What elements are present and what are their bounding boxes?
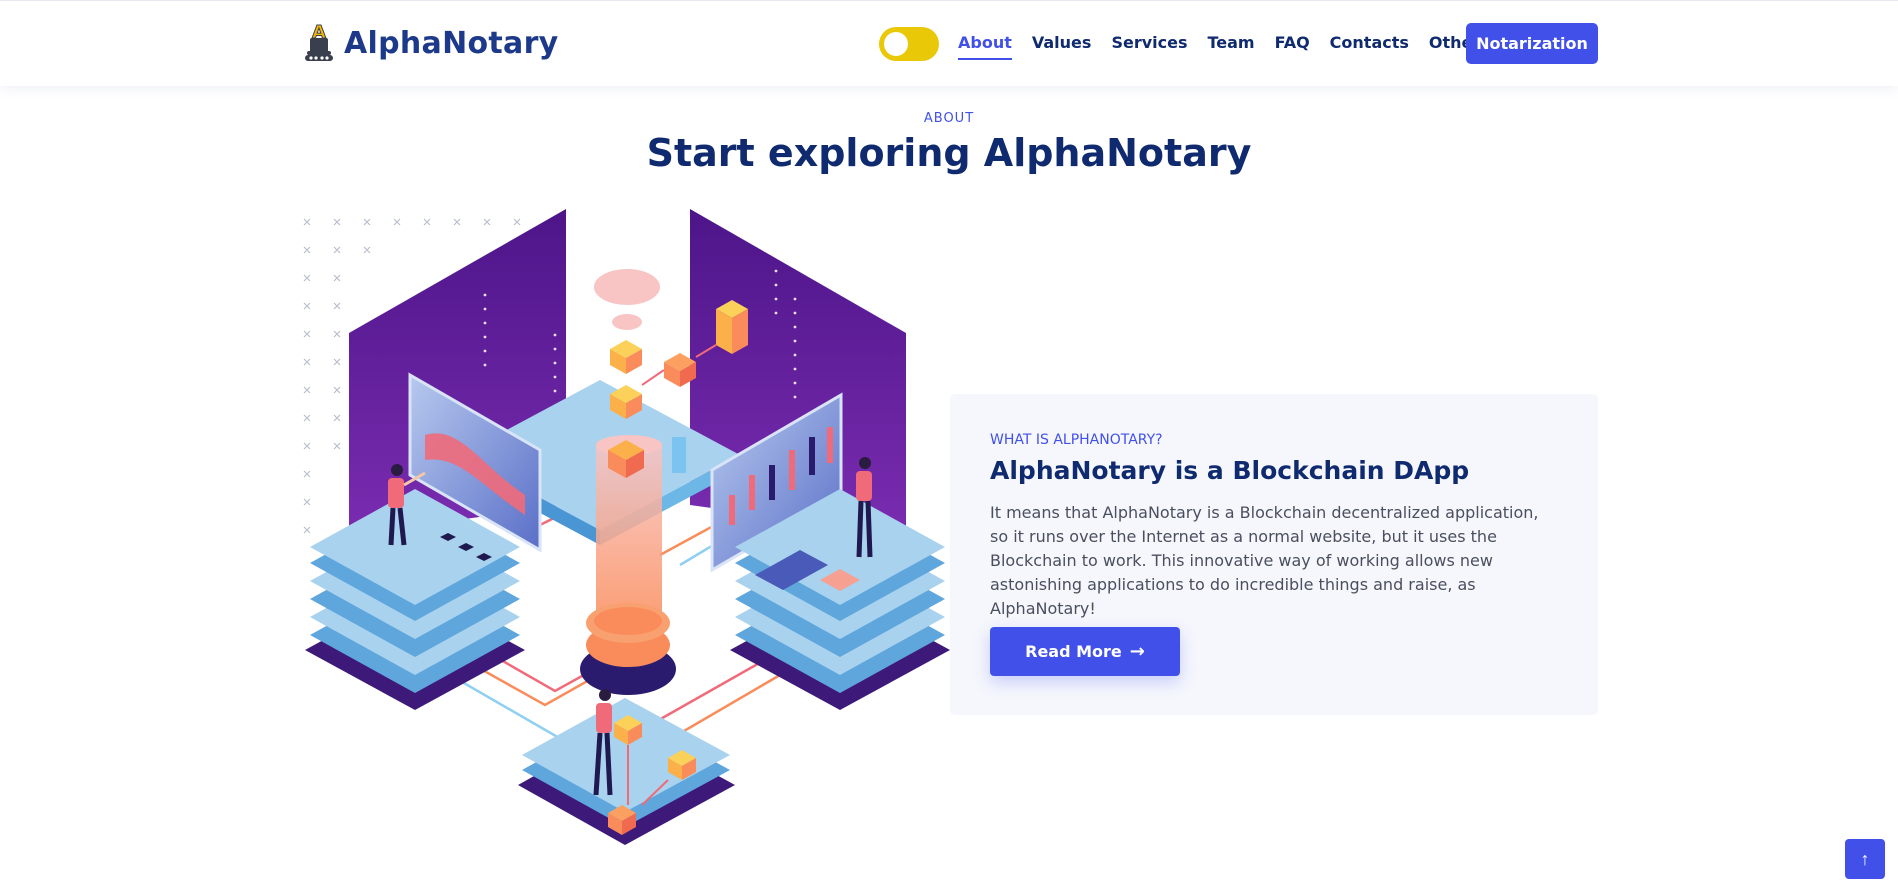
main-nav: About Values Services Team FAQ Contacts … (948, 33, 1513, 60)
read-more-label: Read More (1025, 642, 1122, 661)
blockchain-illustration (303, 209, 950, 845)
nav-item-values[interactable]: Values (1032, 33, 1092, 60)
card-body: It means that AlphaNotary is a Blockchai… (990, 503, 1539, 618)
nav-item-faq[interactable]: FAQ (1275, 33, 1310, 60)
card-eyebrow: WHAT IS ALPHANOTARY? (990, 432, 1163, 448)
about-card: WHAT IS ALPHANOTARY? AlphaNotary is a Bl… (950, 394, 1598, 715)
nav-item-services[interactable]: Services (1111, 33, 1187, 60)
top-navbar: A AlphaNotary About Values Services Team… (0, 0, 1898, 86)
notarization-button[interactable]: Notarization (1466, 23, 1598, 64)
section-eyebrow: ABOUT (923, 111, 975, 126)
read-more-button[interactable]: Read More → (990, 627, 1180, 676)
nav-item-about[interactable]: About (958, 33, 1012, 60)
notary-logo-icon: A (305, 22, 333, 61)
nav-item-contacts[interactable]: Contacts (1330, 33, 1409, 60)
card-title: AlphaNotary is a Blockchain DApp (990, 456, 1470, 485)
logo-letter: A (312, 22, 326, 43)
nav-item-team[interactable]: Team (1207, 33, 1254, 60)
arrow-up-icon: ↑ (1860, 848, 1870, 869)
theme-toggle[interactable] (879, 27, 939, 61)
section-title: Start exploring AlphaNotary (646, 131, 1252, 175)
brand-name: AlphaNotary (344, 25, 559, 61)
toggle-knob (884, 32, 908, 56)
arrow-right-icon: → (1129, 641, 1145, 662)
brand-logo[interactable]: A AlphaNotary (303, 21, 559, 65)
scroll-to-top-button[interactable]: ↑ (1845, 839, 1885, 879)
